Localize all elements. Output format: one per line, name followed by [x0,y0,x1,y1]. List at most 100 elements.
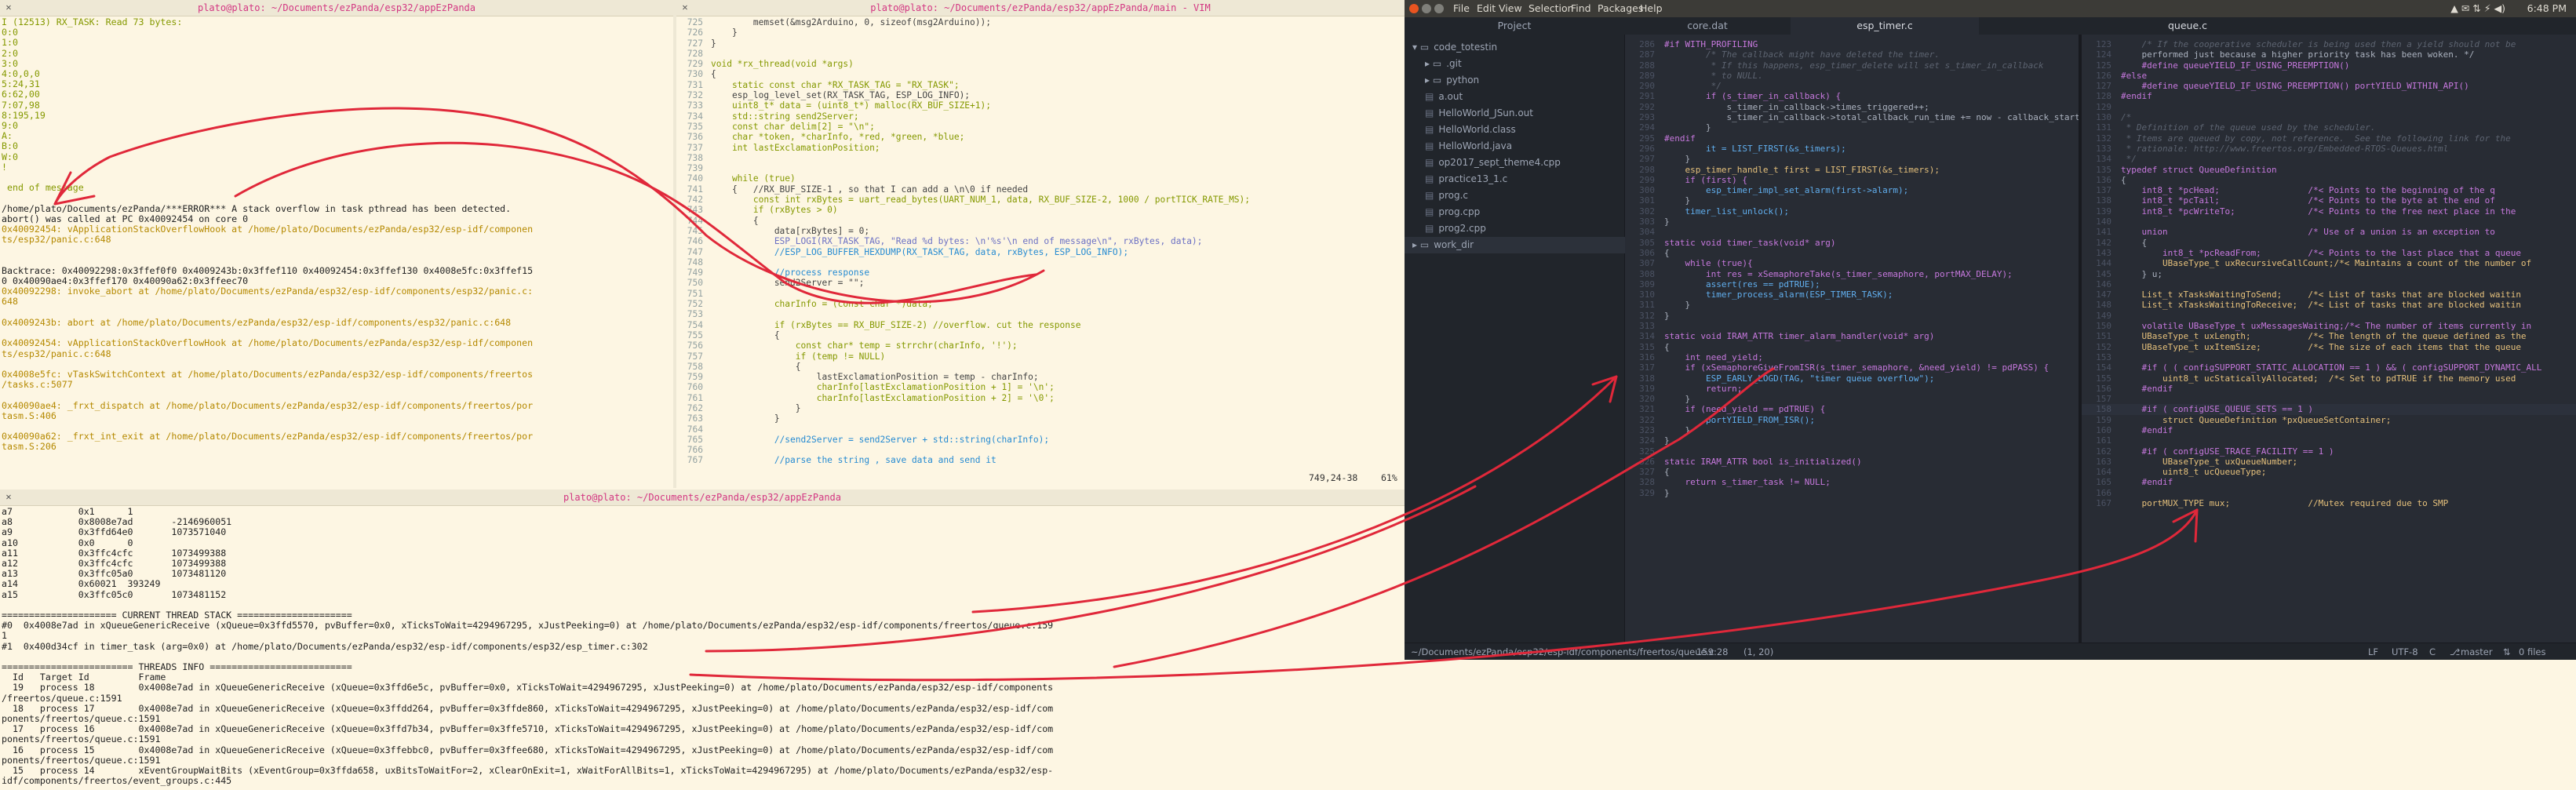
editor-line[interactable]: 162 #if ( configUSE_TRACE_FACILITY == 1 … [2082,446,2576,457]
editor-line[interactable]: 327 { [1625,467,2079,477]
editor-line[interactable]: 303} [1625,217,2079,227]
editor-line[interactable]: 140 [2082,217,2576,227]
vim-line[interactable]: 748 [676,257,1405,268]
vim-line[interactable]: 725 memset(&msg2Arduino, 0, sizeof(msg2A… [676,17,1405,27]
editor-line[interactable]: 320 } [1625,394,2079,404]
line-ending[interactable]: LF [2368,643,2378,661]
vim-line[interactable]: 730 { [676,69,1405,79]
editor-line[interactable]: 161 [2082,435,2576,446]
vim-line[interactable]: 765 //send2Server = send2Server + std::s… [676,435,1405,445]
vim-line[interactable]: 740 while (true) [676,173,1405,184]
vim-line[interactable]: 745 data[rxBytes] = 0; [676,226,1405,236]
vim-line[interactable]: 729 void *rx_thread(void *args) [676,59,1405,69]
tree-item[interactable]: ▤ prog.c [1405,187,1468,204]
editor-line[interactable]: 318 ESP_EARLY_LOGD(TAG, "timer queue ove… [1625,373,2079,384]
editor-line[interactable]: 129 [2082,102,2576,112]
editor-line[interactable]: 134 */ [2082,154,2576,164]
close-icon[interactable]: ✕ [3,491,14,502]
vim-line[interactable]: 755 { [676,330,1405,340]
file-path[interactable]: ~/Documents/ezPanda/esp32/esp-idf/compon… [1411,643,1714,661]
editor-line[interactable]: 291 if (s_timer_in_callback) { [1625,91,2079,101]
tab-project[interactable]: Project [1405,17,1624,35]
close-icon[interactable]: ✕ [680,2,690,13]
tree-item[interactable]: ▸ ▭ work_dir [1405,237,1631,253]
editor-line[interactable]: 152 UBaseType_t uxItemSize; /*< The size… [2082,342,2576,352]
editor-line[interactable]: 294 } [1625,122,2079,133]
selection-count[interactable]: (1, 20) [1743,643,1773,661]
editor-line[interactable]: 149 [2082,311,2576,321]
vim-line[interactable]: 739 [676,163,1405,173]
editor-line[interactable]: 154 #if ( ( configSUPPORT_STATIC_ALLOCAT… [2082,362,2576,373]
vim-line[interactable]: 732 esp_log_level_set(RX_TASK_TAG, ESP_L… [676,90,1405,100]
editor-line[interactable]: 155 uint8_t ucStaticallyAllocated; /*< S… [2082,373,2576,384]
editor-line[interactable]: 133 * rationale: http://www.freertos.org… [2082,144,2576,154]
tree-item[interactable]: ▤ prog2.cpp [1405,220,1486,237]
vim-line[interactable]: 743 if (rxBytes > 0) [676,205,1405,215]
editor-line[interactable]: 323 } [1625,425,2079,435]
menu-item-file[interactable]: File [1453,2,1470,15]
tree-item[interactable]: ▤ HelloWorld.class [1405,122,1516,138]
terminal-output-top-left[interactable]: I (12513) RX_TASK: Read 73 bytes: 0:0 1:… [2,17,673,488]
vim-line[interactable]: 753 [676,309,1405,319]
editor-line[interactable]: 290 */ [1625,81,2079,91]
editor-line[interactable]: 146 [2082,279,2576,289]
editor-line[interactable]: 325 [1625,446,2079,457]
vim-line[interactable]: 735 const char delim[2] = "\n"; [676,122,1405,132]
editor-line[interactable]: 167 portMUX_TYPE mux; //Mutex required d… [2082,498,2576,508]
editor-line[interactable]: 308 int res = xSemaphoreTake(s_timer_sem… [1625,269,2079,279]
editor-line[interactable]: 163 UBaseType_t uxQueueNumber; [2082,457,2576,467]
vim-line[interactable]: 757 if (temp != NULL) [676,351,1405,362]
editor-line[interactable]: 299 if (first) { [1625,175,2079,185]
editor-line[interactable]: 158 #if ( configUSE_QUEUE_SETS == 1 ) [2082,404,2576,415]
vim-line[interactable]: 750 send2Server = ""; [676,278,1405,288]
editor-line[interactable]: 293 s_timer_in_callback->total_callback_… [1625,112,2079,122]
editor-line[interactable]: 156 #endif [2082,384,2576,394]
editor-line[interactable]: 295 #endif [1625,133,2079,144]
editor-line[interactable]: 131 * Definition of the queue used by th… [2082,122,2576,133]
editor-line[interactable]: 302 timer_list_unlock(); [1625,206,2079,217]
menu-item-help[interactable]: Help [1640,2,1663,15]
editor-line[interactable]: 128 #endif [2082,91,2576,101]
vim-line[interactable]: 737 int lastExclamationPosition; [676,143,1405,153]
vim-line[interactable]: 746 ESP_LOGI(RX_TASK_TAG, "Read %d bytes… [676,236,1405,246]
vim-line[interactable]: 756 const char* temp = strrchr(charInfo,… [676,340,1405,351]
editor-line[interactable]: 124 performed just because a higher prio… [2082,49,2576,60]
menu-item-find[interactable]: Find [1571,2,1591,15]
vim-editor[interactable]: 725 memset(&msg2Arduino, 0, sizeof(msg2A… [676,17,1405,472]
editor-line[interactable]: 312} [1625,311,2079,321]
tree-item[interactable]: ▤ op2017_sept_theme4.cpp [1405,155,1561,171]
git-branch[interactable]: master [2461,643,2493,661]
editor-line[interactable]: 123 /* If the cooperative scheduler is b… [2082,39,2576,49]
editor-line[interactable]: 313 [1625,321,2079,331]
editor-line[interactable]: 144 UBaseType_t uxRecursiveCallCount;/*<… [2082,258,2576,268]
editor-line[interactable]: 148 List_t xTasksWaitingToReceive; /*< L… [2082,300,2576,310]
editor-line[interactable]: 305 static void timer_task(void* arg) [1625,238,2079,248]
vim-line[interactable]: 733 uint8_t* data = (uint8_t*) malloc(RX… [676,100,1405,111]
editor-line[interactable]: 138 int8_t *pcTail; /*< Points to the by… [2082,195,2576,206]
editor-line[interactable]: 296 it = LIST_FIRST(&s_timers); [1625,144,2079,154]
editor-esp-timer[interactable]: 286 #if WITH_PROFILING 287 /* The callback… [1625,35,2079,643]
vim-line[interactable]: 749 //process response [676,268,1405,278]
tab-queue-c[interactable]: queue.c [2093,17,2282,36]
terminal-title-bar[interactable]: ✕ plato@plato: ~/Documents/ezPanda/esp32… [0,0,673,16]
editor-line[interactable]: 292 s_timer_in_callback->times_triggered… [1625,102,2079,112]
tab-esp-timer-c[interactable]: esp_timer.c [1791,17,1979,35]
menu-item-packages[interactable]: Packages [1598,2,1643,15]
vim-line[interactable]: 744 { [676,216,1405,226]
vim-line[interactable]: 728 [676,49,1405,59]
vim-line[interactable]: 761 charInfo[lastExclamationPosition + 2… [676,393,1405,403]
tree-item[interactable]: ▤ HelloWorld_JSun.out [1405,105,1533,122]
editor-line[interactable]: 298 esp_timer_handle_t first = LIST_FIRS… [1625,165,2079,175]
cursor-position[interactable]: 159:28 [1696,643,1728,661]
editor-line[interactable]: 324} [1625,435,2079,446]
editor-line[interactable]: 150 volatile UBaseType_t uxMessagesWaiti… [2082,321,2576,331]
editor-line[interactable]: 143 int8_t *pcReadFrom; /*< Points to th… [2082,248,2576,258]
editor-line[interactable]: 309 assert(res == pdTRUE); [1625,279,2079,289]
tree-item[interactable]: ▤ HelloWorld.java [1405,138,1512,155]
editor-line[interactable]: 286 #if WITH_PROFILING [1625,39,2079,49]
editor-line[interactable]: 322 portYIELD_FROM_ISR(); [1625,415,2079,425]
editor-line[interactable]: 157 [2082,394,2576,404]
editor-line[interactable]: 160 #endif [2082,425,2576,435]
vim-line[interactable]: 741 { //RX_BUF_SIZE-1 , so that I can ad… [676,184,1405,195]
vim-line[interactable]: 726 } [676,27,1405,38]
